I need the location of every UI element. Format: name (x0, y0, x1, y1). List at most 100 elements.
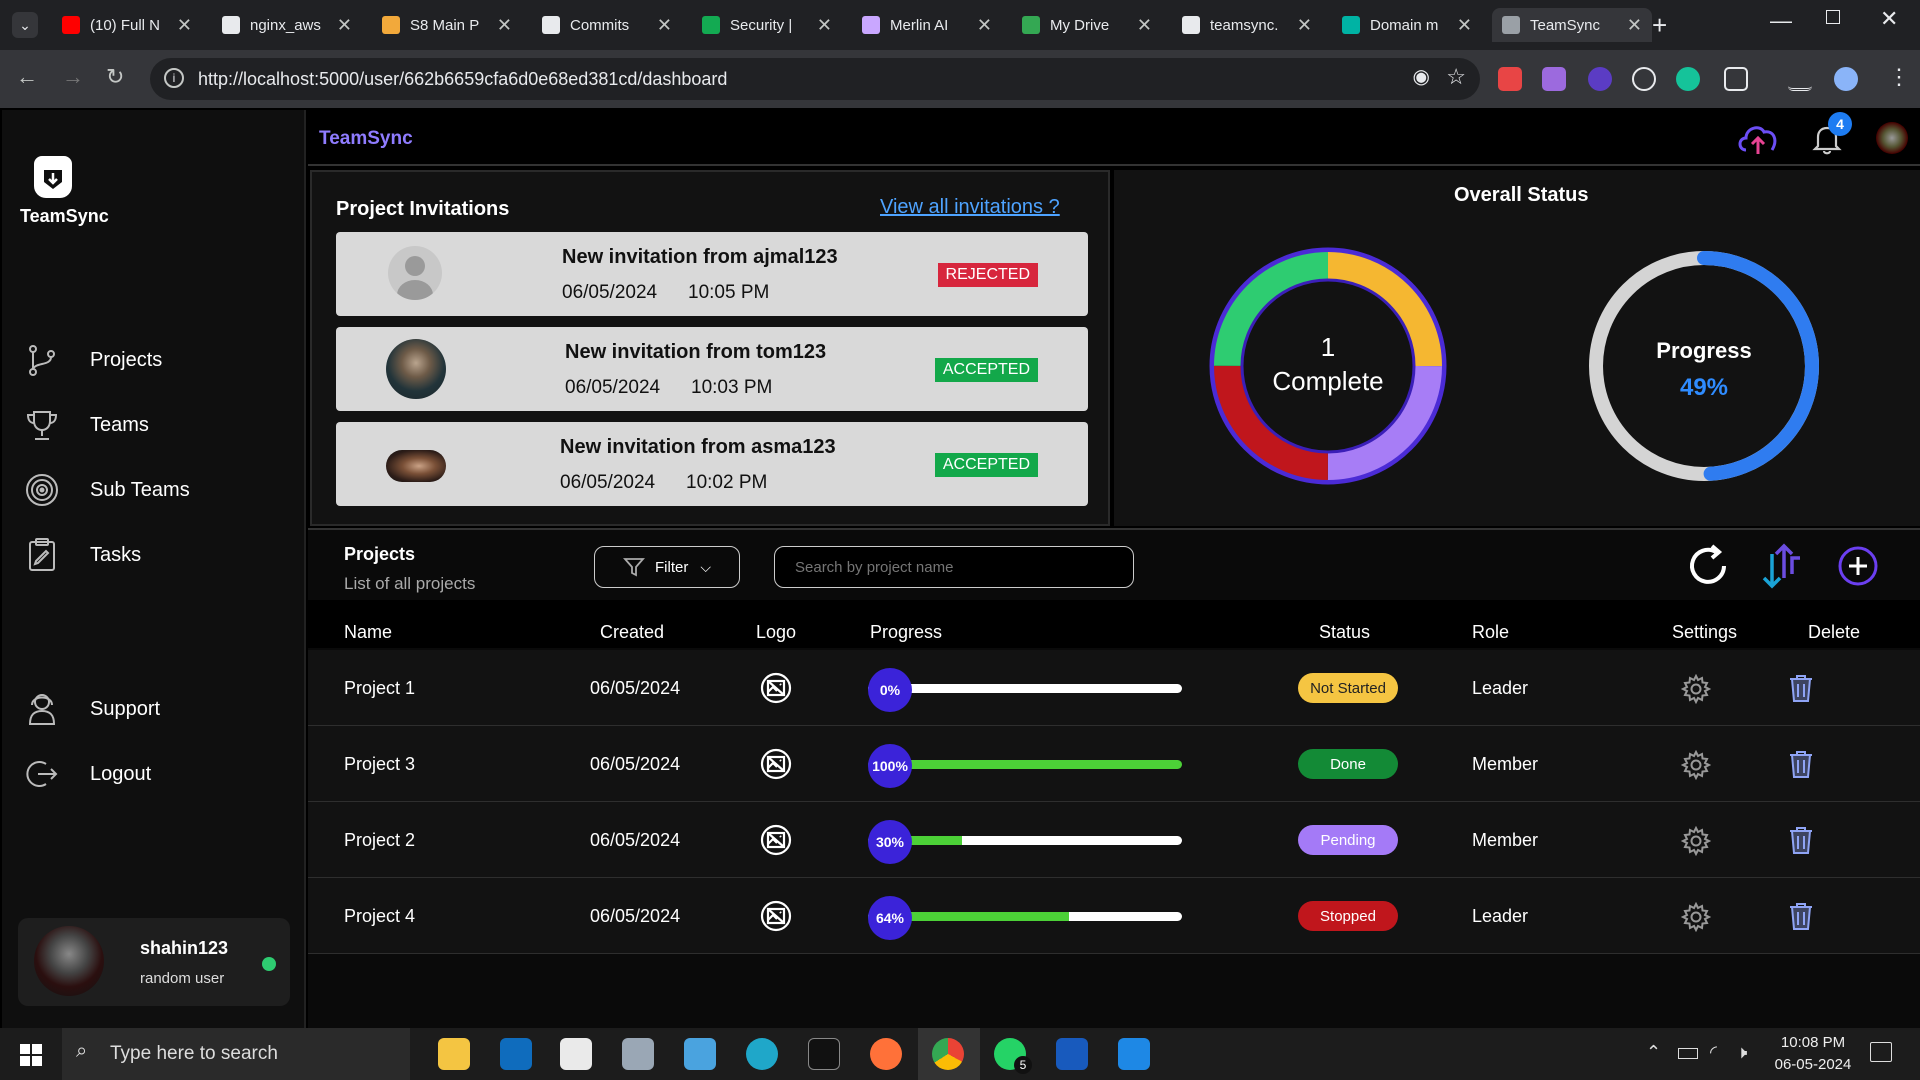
extension-icon-1[interactable] (1498, 67, 1522, 91)
tab-close-icon[interactable]: ✕ (337, 15, 352, 36)
sidebar-item-teams[interactable]: Teams (24, 407, 149, 443)
browser-tab[interactable]: TeamSync ✕ (1492, 8, 1652, 42)
tab-close-icon[interactable]: ✕ (1297, 15, 1312, 36)
settings-gear-icon[interactable] (1681, 902, 1711, 932)
settings-gear-icon[interactable] (1681, 826, 1711, 856)
tab-close-icon[interactable]: ✕ (817, 15, 832, 36)
tab-search-button[interactable]: ⌄ (12, 12, 38, 38)
app-logo-icon[interactable] (34, 156, 72, 198)
header-avatar[interactable] (1876, 122, 1908, 154)
edge-icon[interactable] (746, 1038, 778, 1070)
bookmark-star-icon[interactable]: ☆ (1446, 64, 1466, 90)
sidebar-item-support[interactable]: Support (24, 691, 160, 727)
table-row[interactable]: Project 1 06/05/2024 0% Not Started Leader (308, 650, 1920, 726)
outlook-icon[interactable] (500, 1038, 532, 1070)
browser-tab[interactable]: Domain m ✕ (1332, 8, 1482, 42)
invitation-card[interactable]: New invitation from asma123 06/05/2024 1… (336, 422, 1088, 506)
table-row[interactable]: Project 4 06/05/2024 64% Stopped Leader (308, 878, 1920, 954)
tab-close-icon[interactable]: ✕ (177, 15, 192, 36)
extension-icon-3[interactable] (1588, 67, 1612, 91)
column-header-role[interactable]: Role (1472, 622, 1509, 643)
profile-avatar[interactable] (1834, 67, 1858, 91)
browser-tab[interactable]: Security | ✕ (692, 8, 842, 42)
microsoft-store-icon[interactable] (560, 1038, 592, 1070)
column-header-name[interactable]: Name (344, 622, 392, 643)
address-bar[interactable]: i http://localhost:5000/user/662b6659cfa… (150, 58, 1480, 100)
minimize-button[interactable]: — (1770, 8, 1792, 34)
control-panel-icon[interactable] (684, 1038, 716, 1070)
table-row[interactable]: Project 3 06/05/2024 100% Done Member (308, 726, 1920, 802)
back-icon[interactable]: ← (16, 64, 38, 90)
menu-kebab-icon[interactable]: ⋮ (1888, 64, 1910, 90)
trash-icon[interactable] (1788, 673, 1814, 703)
table-row[interactable]: Project 2 06/05/2024 30% Pending Member (308, 802, 1920, 878)
chrome-icon[interactable] (932, 1038, 964, 1070)
sidebar-item-tasks[interactable]: Tasks (24, 537, 141, 573)
cloud-upload-icon[interactable] (1734, 118, 1782, 158)
browser-tab[interactable]: Merlin AI ✕ (852, 8, 1002, 42)
invitation-card[interactable]: New invitation from tom123 06/05/2024 10… (336, 327, 1088, 411)
maximize-button[interactable] (1826, 10, 1840, 24)
terminal-icon[interactable] (808, 1038, 840, 1070)
browser-tab[interactable]: Commits ✕ (532, 8, 682, 42)
close-window-button[interactable]: ✕ (1880, 6, 1898, 32)
browser-tab[interactable]: My Drive ✕ (1012, 8, 1162, 42)
view-all-invitations-link[interactable]: View all invitations ? (880, 196, 1060, 219)
sidebar-item-logout[interactable]: Logout (24, 756, 151, 792)
clock-date[interactable]: 06-05-2024 (1768, 1056, 1858, 1073)
browser-tab[interactable]: teamsync. ✕ (1172, 8, 1322, 42)
project-name[interactable]: Project 2 (344, 830, 415, 851)
settings-gear-icon[interactable] (1681, 674, 1711, 704)
volume-icon[interactable]: 🕨 (1736, 1042, 1747, 1063)
notifications-icon[interactable] (1870, 1042, 1892, 1062)
browser-tab[interactable]: S8 Main P ✕ (372, 8, 522, 42)
chevron-up-icon[interactable]: ⌃ (1646, 1042, 1661, 1063)
tab-close-icon[interactable]: ✕ (657, 15, 672, 36)
invitation-card[interactable]: New invitation from ajmal123 06/05/2024 … (336, 232, 1088, 316)
media-control-icon[interactable] (1788, 67, 1812, 91)
tab-close-icon[interactable]: ✕ (977, 15, 992, 36)
new-tab-button[interactable]: + (1652, 10, 1667, 41)
browser-tab[interactable]: (10) Full N ✕ (52, 8, 202, 42)
tab-close-icon[interactable]: ✕ (1457, 15, 1472, 36)
filter-button[interactable]: Filter ⌵ (594, 546, 740, 588)
settings-gear-icon[interactable] (1681, 750, 1711, 780)
taskbar-search-box[interactable]: ⌕ Type here to search (62, 1028, 410, 1080)
extension-icon-4[interactable] (1632, 67, 1656, 91)
forward-icon[interactable]: → (62, 64, 84, 90)
trash-icon[interactable] (1788, 749, 1814, 779)
extension-icon-2[interactable] (1542, 67, 1566, 91)
project-name[interactable]: Project 1 (344, 678, 415, 699)
site-info-icon[interactable]: i (164, 68, 184, 88)
battery-icon[interactable] (1678, 1048, 1698, 1059)
tab-close-icon[interactable]: ✕ (497, 15, 512, 36)
windows-start-icon[interactable] (20, 1044, 42, 1066)
wifi-icon[interactable]: ◜ (1710, 1042, 1717, 1063)
puzzle-extensions-icon[interactable] (1724, 67, 1748, 91)
project-name[interactable]: Project 3 (344, 754, 415, 775)
refresh-icon[interactable] (1684, 542, 1732, 590)
column-header-progress[interactable]: Progress (870, 622, 942, 643)
column-header-status[interactable]: Status (1319, 622, 1370, 643)
grammarly-icon[interactable] (1676, 67, 1700, 91)
browser-tab[interactable]: nginx_aws ✕ (212, 8, 362, 42)
file-explorer-icon[interactable] (438, 1038, 470, 1070)
user-card[interactable]: shahin123 random user (18, 918, 290, 1006)
vscode-icon[interactable] (1118, 1038, 1150, 1070)
word-icon[interactable] (1056, 1038, 1088, 1070)
sort-icon[interactable] (1760, 538, 1806, 592)
reload-icon[interactable]: ↻ (106, 64, 124, 90)
tab-close-icon[interactable]: ✕ (1627, 15, 1642, 36)
firefox-icon[interactable] (870, 1038, 902, 1070)
add-project-icon[interactable] (1836, 544, 1880, 588)
project-search-input[interactable] (774, 546, 1134, 588)
sidebar-item-sub-teams[interactable]: Sub Teams (24, 472, 190, 508)
app-icon[interactable] (622, 1038, 654, 1070)
trash-icon[interactable] (1788, 825, 1814, 855)
sidebar-item-projects[interactable]: Projects (24, 342, 162, 378)
trash-icon[interactable] (1788, 901, 1814, 931)
project-name[interactable]: Project 4 (344, 906, 415, 927)
clock-time[interactable]: 10:08 PM (1768, 1034, 1858, 1051)
column-header-created[interactable]: Created (600, 622, 664, 643)
eye-icon[interactable]: ◉ (1413, 64, 1430, 89)
